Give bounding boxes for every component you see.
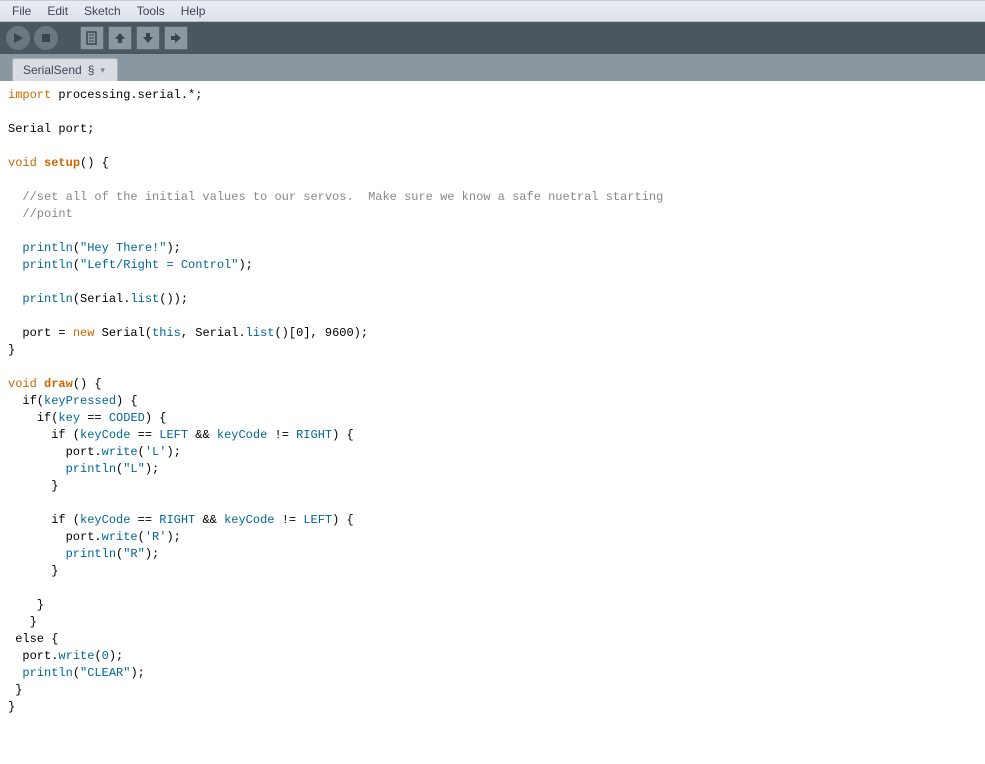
- run-button[interactable]: [6, 26, 30, 50]
- menu-tools[interactable]: Tools: [129, 2, 173, 20]
- new-icon: [85, 31, 99, 45]
- down-arrow-icon: [141, 31, 155, 45]
- open-button[interactable]: [108, 26, 132, 50]
- tab-dirty-marker: §: [88, 63, 95, 77]
- code-editor[interactable]: import processing.serial.*; Serial port;…: [0, 81, 985, 764]
- export-button[interactable]: [164, 26, 188, 50]
- stop-button[interactable]: [34, 26, 58, 50]
- right-arrow-icon: [169, 31, 183, 45]
- tab-label: SerialSend: [23, 63, 82, 77]
- tab-serialsend[interactable]: SerialSend § ▾: [12, 58, 118, 81]
- up-arrow-icon: [113, 31, 127, 45]
- menu-help[interactable]: Help: [173, 2, 214, 20]
- menu-file[interactable]: File: [4, 2, 39, 20]
- save-button[interactable]: [136, 26, 160, 50]
- chevron-down-icon[interactable]: ▾: [100, 65, 105, 76]
- tabstrip: SerialSend § ▾: [0, 54, 985, 81]
- play-icon: [12, 32, 24, 44]
- stop-icon: [40, 32, 52, 44]
- menu-sketch[interactable]: Sketch: [76, 2, 129, 20]
- new-button[interactable]: [80, 26, 104, 50]
- toolbar: [0, 22, 985, 54]
- menubar: File Edit Sketch Tools Help: [0, 0, 985, 22]
- menu-edit[interactable]: Edit: [39, 2, 76, 20]
